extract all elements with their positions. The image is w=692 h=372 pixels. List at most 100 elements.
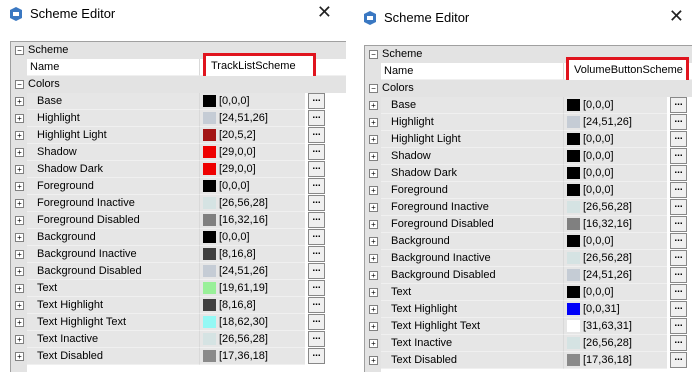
color-property-row[interactable]: + Shadow Dark [0,0,0]...	[365, 165, 692, 182]
color-property-row[interactable]: + Text Disabled [17,36,18]...	[365, 352, 692, 369]
color-property-row[interactable]: + Background Disabled [24,51,26]...	[365, 267, 692, 284]
color-property-row[interactable]: + Text Disabled [17,36,18]...	[11, 348, 346, 365]
expand-icon[interactable]: +	[15, 284, 24, 293]
expand-icon[interactable]: +	[15, 97, 24, 106]
expand-icon[interactable]: +	[369, 339, 378, 348]
color-property-row[interactable]: + Shadow [0,0,0]...	[365, 148, 692, 165]
ellipsis-button[interactable]: ...	[670, 148, 687, 164]
color-property-row[interactable]: + Text Highlight Text [18,62,30]...	[11, 314, 346, 331]
expand-icon[interactable]: +	[369, 135, 378, 144]
ellipsis-button[interactable]: ...	[308, 263, 325, 279]
ellipsis-button[interactable]: ...	[308, 314, 325, 330]
expand-icon[interactable]: +	[369, 169, 378, 178]
expand-icon[interactable]: +	[369, 356, 378, 365]
collapse-icon[interactable]: −	[369, 50, 378, 59]
ellipsis-button[interactable]: ...	[308, 127, 325, 143]
property-row-name[interactable]: Name TrackListScheme	[11, 53, 346, 79]
color-property-row[interactable]: + Text Highlight Text [31,63,31]...	[365, 318, 692, 335]
color-property-row[interactable]: + Highlight [24,51,26]...	[365, 114, 692, 131]
color-property-row[interactable]: + Foreground Disabled [16,32,16]...	[11, 212, 346, 229]
expand-icon[interactable]: +	[15, 301, 24, 310]
color-property-row[interactable]: + Foreground Inactive [26,56,28]...	[365, 199, 692, 216]
expand-icon[interactable]: +	[369, 322, 378, 331]
expand-icon[interactable]: +	[369, 305, 378, 314]
color-property-row[interactable]: + Shadow Dark [29,0,0]...	[11, 161, 346, 178]
ellipsis-button[interactable]: ...	[670, 250, 687, 266]
collapse-icon[interactable]: −	[15, 80, 24, 89]
color-property-row[interactable]: + Text Inactive [26,56,28]...	[365, 335, 692, 352]
color-property-row[interactable]: + Background Disabled [24,51,26]...	[11, 263, 346, 280]
expand-icon[interactable]: +	[15, 233, 24, 242]
close-icon[interactable]: ✕	[317, 2, 332, 23]
category-colors[interactable]: − Colors	[365, 80, 692, 97]
ellipsis-button[interactable]: ...	[670, 97, 687, 113]
expand-icon[interactable]: +	[15, 267, 24, 276]
expand-icon[interactable]: +	[15, 250, 24, 259]
color-property-row[interactable]: + Highlight [24,51,26]...	[11, 110, 346, 127]
color-property-row[interactable]: + Base [0,0,0]...	[365, 97, 692, 114]
expand-icon[interactable]: +	[15, 165, 24, 174]
expand-icon[interactable]: +	[369, 288, 378, 297]
expand-icon[interactable]: +	[15, 199, 24, 208]
ellipsis-button[interactable]: ...	[670, 301, 687, 317]
ellipsis-button[interactable]: ...	[670, 182, 687, 198]
ellipsis-button[interactable]: ...	[308, 229, 325, 245]
ellipsis-button[interactable]: ...	[670, 352, 687, 368]
ellipsis-button[interactable]: ...	[670, 131, 687, 147]
color-property-row[interactable]: + Highlight Light [0,0,0]...	[365, 131, 692, 148]
ellipsis-button[interactable]: ...	[670, 165, 687, 181]
ellipsis-button[interactable]: ...	[670, 199, 687, 215]
collapse-icon[interactable]: −	[369, 84, 378, 93]
expand-icon[interactable]: +	[369, 186, 378, 195]
expand-icon[interactable]: +	[369, 271, 378, 280]
ellipsis-button[interactable]: ...	[670, 114, 687, 130]
expand-icon[interactable]: +	[369, 220, 378, 229]
ellipsis-button[interactable]: ...	[670, 318, 687, 334]
expand-icon[interactable]: +	[369, 254, 378, 263]
color-property-row[interactable]: + Text Highlight [0,0,31]...	[365, 301, 692, 318]
expand-icon[interactable]: +	[369, 152, 378, 161]
expand-icon[interactable]: +	[369, 118, 378, 127]
color-property-row[interactable]: + Background [0,0,0]...	[11, 229, 346, 246]
color-property-row[interactable]: + Background Inactive [26,56,28]...	[365, 250, 692, 267]
expand-icon[interactable]: +	[15, 148, 24, 157]
ellipsis-button[interactable]: ...	[670, 216, 687, 232]
color-property-row[interactable]: + Foreground Disabled [16,32,16]...	[365, 216, 692, 233]
expand-icon[interactable]: +	[15, 131, 24, 140]
expand-icon[interactable]: +	[369, 101, 378, 110]
category-colors[interactable]: − Colors	[11, 76, 346, 93]
collapse-icon[interactable]: −	[15, 46, 24, 55]
expand-icon[interactable]: +	[15, 216, 24, 225]
ellipsis-button[interactable]: ...	[308, 178, 325, 194]
color-property-row[interactable]: + Foreground Inactive [26,56,28]...	[11, 195, 346, 212]
ellipsis-button[interactable]: ...	[670, 267, 687, 283]
expand-icon[interactable]: +	[15, 335, 24, 344]
ellipsis-button[interactable]: ...	[670, 335, 687, 351]
expand-icon[interactable]: +	[15, 114, 24, 123]
color-property-row[interactable]: + Background Inactive [8,16,8]...	[11, 246, 346, 263]
ellipsis-button[interactable]: ...	[308, 93, 325, 109]
ellipsis-button[interactable]: ...	[308, 195, 325, 211]
ellipsis-button[interactable]: ...	[308, 246, 325, 262]
close-icon[interactable]: ✕	[669, 6, 684, 27]
expand-icon[interactable]: +	[15, 182, 24, 191]
color-property-row[interactable]: + Text [19,61,19]...	[11, 280, 346, 297]
ellipsis-button[interactable]: ...	[308, 144, 325, 160]
expand-icon[interactable]: +	[15, 318, 24, 327]
expand-icon[interactable]: +	[15, 352, 24, 361]
ellipsis-button[interactable]: ...	[308, 331, 325, 347]
ellipsis-button[interactable]: ...	[308, 348, 325, 364]
ellipsis-button[interactable]: ...	[670, 233, 687, 249]
expand-icon[interactable]: +	[369, 203, 378, 212]
property-row-name[interactable]: Name VolumeButtonScheme	[365, 57, 692, 83]
ellipsis-button[interactable]: ...	[308, 280, 325, 296]
ellipsis-button[interactable]: ...	[308, 161, 325, 177]
color-property-row[interactable]: + Base [0,0,0]...	[11, 93, 346, 110]
color-property-row[interactable]: + Text Inactive [26,56,28]...	[11, 331, 346, 348]
color-property-row[interactable]: + Background [0,0,0]...	[365, 233, 692, 250]
ellipsis-button[interactable]: ...	[308, 110, 325, 126]
color-property-row[interactable]: + Shadow [29,0,0]...	[11, 144, 346, 161]
color-property-row[interactable]: + Text [0,0,0]...	[365, 284, 692, 301]
color-property-row[interactable]: + Foreground [0,0,0]...	[365, 182, 692, 199]
ellipsis-button[interactable]: ...	[670, 284, 687, 300]
